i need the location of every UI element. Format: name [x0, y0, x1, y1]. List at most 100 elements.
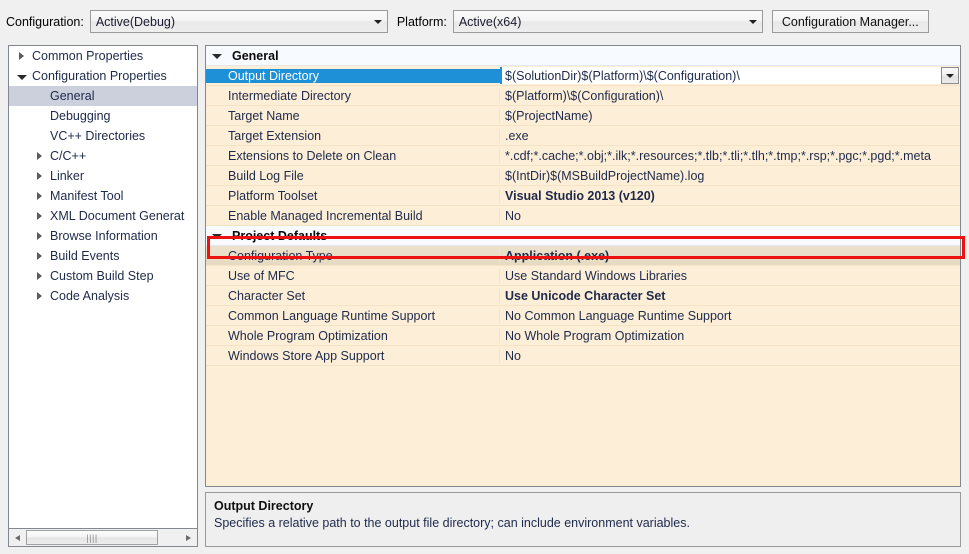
- property-name: Build Log File: [206, 168, 500, 183]
- property-name: Use of MFC: [206, 268, 500, 283]
- scrollbar-track[interactable]: ||||: [26, 529, 180, 546]
- property-row[interactable]: Platform Toolset Visual Studio 2013 (v120…: [206, 186, 960, 206]
- project-properties-dialog: Configuration: Active(Debug) Platform: A…: [0, 0, 969, 554]
- property-row[interactable]: Windows Store App Support No: [206, 346, 960, 366]
- chevron-down-icon: [745, 11, 762, 32]
- tree-item-linker[interactable]: Linker: [9, 166, 197, 186]
- property-value[interactable]: Visual Studio 2013 (v120): [500, 189, 960, 203]
- property-value-dropdown-button[interactable]: [941, 67, 959, 84]
- tree-twisty-placeholder: [33, 126, 46, 146]
- property-row[interactable]: Whole Program Optimization No Whole Progr…: [206, 326, 960, 346]
- chevron-right-icon[interactable]: [33, 206, 46, 226]
- chevron-right-icon[interactable]: [33, 266, 46, 286]
- property-category-header[interactable]: Project Defaults: [206, 226, 960, 246]
- property-name: Whole Program Optimization: [206, 328, 500, 343]
- property-value[interactable]: No: [500, 209, 960, 223]
- configuration-label: Configuration:: [6, 14, 84, 29]
- property-value[interactable]: No Whole Program Optimization: [500, 329, 960, 343]
- chevron-down-icon[interactable]: [15, 66, 28, 86]
- chevron-right-icon[interactable]: [15, 46, 28, 66]
- property-name: Platform Toolset: [206, 188, 500, 203]
- property-category-header[interactable]: General: [206, 46, 960, 66]
- configuration-manager-button[interactable]: Configuration Manager...: [771, 10, 929, 33]
- property-value[interactable]: *.cdf;*.cache;*.obj;*.ilk;*.resources;*.…: [500, 149, 960, 163]
- property-row[interactable]: Intermediate Directory $(Platform)\$(Conf…: [206, 86, 960, 106]
- property-name: Intermediate Directory: [206, 88, 500, 103]
- property-value[interactable]: Use Unicode Character Set: [500, 289, 960, 303]
- chevron-right-icon[interactable]: [33, 146, 46, 166]
- tree-item-label: XML Document Generat: [50, 209, 185, 223]
- property-grid[interactable]: General Output Directory $(SolutionDir)$(P…: [205, 45, 961, 487]
- tree-item-custom-build-step[interactable]: Custom Build Step: [9, 266, 197, 286]
- scrollbar-thumb[interactable]: ||||: [26, 530, 158, 545]
- tree-item-label: Debugging: [50, 109, 111, 123]
- property-value[interactable]: $(IntDir)$(MSBuildProjectName).log: [500, 169, 960, 183]
- property-name: Enable Managed Incremental Build: [206, 208, 500, 223]
- property-category-label: General: [232, 48, 279, 63]
- chevron-right-icon[interactable]: [33, 246, 46, 266]
- tree-item-label: Browse Information: [50, 229, 158, 243]
- property-value[interactable]: $(Platform)\$(Configuration)\: [500, 89, 960, 103]
- chevron-right-icon[interactable]: [33, 286, 46, 306]
- tree-item-label: Build Events: [50, 249, 120, 263]
- property-value[interactable]: No Common Language Runtime Support: [500, 309, 960, 323]
- tree-item-build-events[interactable]: Build Events: [9, 246, 197, 266]
- property-row[interactable]: Extensions to Delete on Clean *.cdf;*.cac…: [206, 146, 960, 166]
- scroll-left-icon[interactable]: [9, 529, 26, 546]
- property-row[interactable]: Enable Managed Incremental Build No: [206, 206, 960, 226]
- scroll-right-icon[interactable]: [180, 529, 197, 546]
- property-name: Output Directory: [206, 68, 500, 83]
- property-name: Character Set: [206, 288, 500, 303]
- chevron-down-icon[interactable]: [206, 232, 228, 239]
- chevron-right-icon[interactable]: [33, 186, 46, 206]
- tree-item-vc-directories[interactable]: VC++ Directories: [9, 126, 197, 146]
- tree-item-label: Common Properties: [32, 49, 144, 63]
- chevron-right-icon[interactable]: [33, 166, 46, 186]
- property-value[interactable]: No: [500, 349, 960, 363]
- property-value[interactable]: Application (.exe): [500, 249, 960, 263]
- tree-item-configuration-properties[interactable]: Configuration Properties: [9, 66, 197, 86]
- property-value[interactable]: Use Standard Windows Libraries: [500, 269, 960, 283]
- property-row[interactable]: Target Extension .exe: [206, 126, 960, 146]
- platform-dropdown-value: Active(x64): [458, 14, 522, 29]
- property-value[interactable]: .exe: [500, 129, 960, 143]
- property-name: Target Name: [206, 108, 500, 123]
- tree-item-label: General: [50, 89, 95, 103]
- property-row[interactable]: Output Directory $(SolutionDir)$(Platform…: [206, 66, 960, 86]
- configuration-toolbar: Configuration: Active(Debug) Platform: A…: [0, 0, 969, 43]
- property-pages-tree[interactable]: Common Properties Configuration Propertie…: [8, 45, 198, 528]
- property-description-panel: Output Directory Specifies a relative pa…: [205, 492, 961, 547]
- configuration-dropdown[interactable]: Active(Debug): [89, 10, 388, 33]
- tree-item-manifest-tool[interactable]: Manifest Tool: [9, 186, 197, 206]
- property-row[interactable]: Character Set Use Unicode Character Set: [206, 286, 960, 306]
- property-name: Target Extension: [206, 128, 500, 143]
- property-value[interactable]: $(SolutionDir)$(Platform)\$(Configuratio…: [500, 67, 960, 84]
- tree-item-label: Code Analysis: [50, 289, 130, 303]
- property-row[interactable]: Configuration Type Application (.exe): [206, 246, 960, 266]
- tree-item-debugging[interactable]: Debugging: [9, 106, 197, 126]
- configuration-dropdown-value: Active(Debug): [95, 14, 176, 29]
- tree-item-label: VC++ Directories: [50, 129, 146, 143]
- tree-item-xml-document-generat[interactable]: XML Document Generat: [9, 206, 197, 226]
- platform-dropdown[interactable]: Active(x64): [452, 10, 763, 33]
- property-value[interactable]: $(ProjectName): [500, 109, 960, 123]
- chevron-right-icon[interactable]: [33, 226, 46, 246]
- scrollbar-grip: ||||: [86, 532, 98, 543]
- chevron-down-icon[interactable]: [206, 52, 228, 59]
- property-value-text: $(SolutionDir)$(Platform)\$(Configuratio…: [505, 68, 740, 83]
- tree-item-code-analysis[interactable]: Code Analysis: [9, 286, 197, 306]
- tree-item-browse-information[interactable]: Browse Information: [9, 226, 197, 246]
- description-text: Specifies a relative path to the output …: [214, 516, 690, 530]
- property-row[interactable]: Build Log File $(IntDir)$(MSBuildProjectN…: [206, 166, 960, 186]
- tree-item-common-properties[interactable]: Common Properties: [9, 46, 197, 66]
- chevron-down-icon: [370, 11, 387, 32]
- property-category-label: Project Defaults: [232, 228, 328, 243]
- tree-twisty-placeholder: [33, 106, 46, 126]
- property-row[interactable]: Target Name $(ProjectName): [206, 106, 960, 126]
- property-name: Configuration Type: [206, 248, 500, 263]
- tree-horizontal-scrollbar[interactable]: ||||: [8, 528, 198, 547]
- tree-item-general[interactable]: General: [9, 86, 197, 106]
- property-row[interactable]: Common Language Runtime Support No Common…: [206, 306, 960, 326]
- tree-item-c-c[interactable]: C/C++: [9, 146, 197, 166]
- property-row[interactable]: Use of MFC Use Standard Windows Libraries: [206, 266, 960, 286]
